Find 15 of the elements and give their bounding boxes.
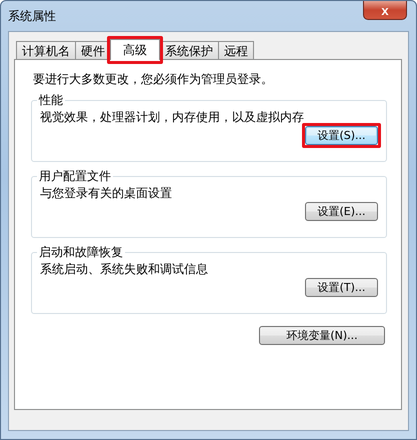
group-description: 视觉效果，处理器计划，内存使用，以及虚拟内存 xyxy=(40,109,305,126)
notice-text: 要进行大多数更改，您必须作为管理员登录。 xyxy=(33,71,274,88)
group-title: 用户配置文件 xyxy=(38,168,112,185)
group-title: 性能 xyxy=(38,92,64,109)
settings-button[interactable]: 设置(T)... xyxy=(305,278,378,297)
settings-button[interactable]: 设置(S)... xyxy=(305,126,378,145)
close-button[interactable]: x xyxy=(363,1,407,20)
group-title: 启动和故障恢复 xyxy=(38,244,124,261)
settings-button[interactable]: 设置(E)... xyxy=(305,202,378,221)
window-title: 系统属性 xyxy=(8,8,56,25)
tab[interactable]: 计算机名 xyxy=(16,41,76,59)
settings-button[interactable]: 环境变量(N)... xyxy=(259,326,385,345)
group-description: 与您登录有关的桌面设置 xyxy=(40,185,173,202)
group-description: 系统启动、系统失败和调试信息 xyxy=(40,261,209,278)
tab[interactable]: 远程 xyxy=(218,41,254,59)
